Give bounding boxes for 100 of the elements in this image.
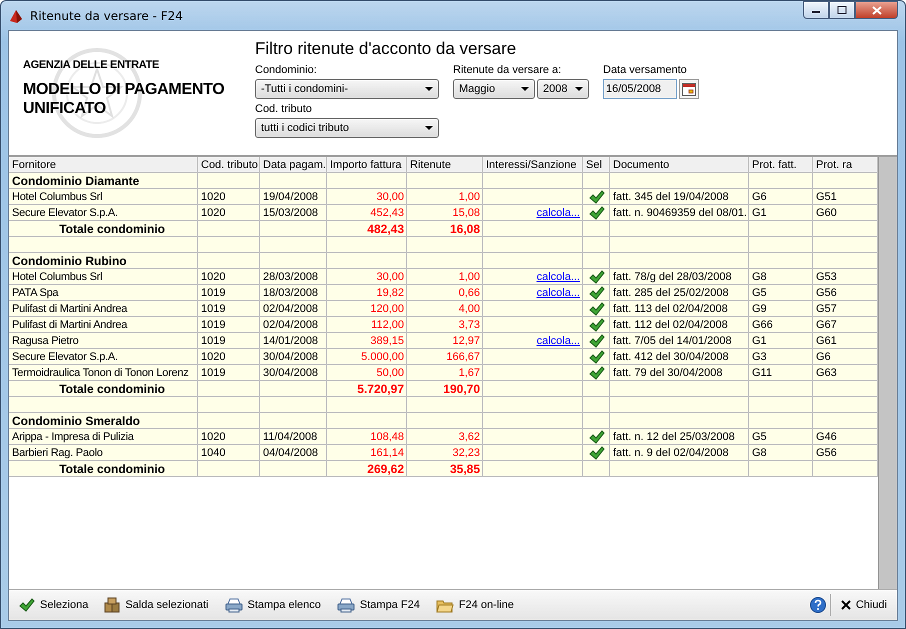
- close-icon: [872, 6, 882, 14]
- table-cell: 14/01/2008: [263, 335, 318, 347]
- table-cell: 19/04/2008: [263, 191, 318, 203]
- table-cell: fatt. n. 90469359 del 08/01.: [613, 207, 747, 219]
- table-cell: G1: [752, 207, 767, 219]
- window-title: Ritenute da versare - F24: [30, 8, 183, 22]
- table-cell: 120,00: [370, 303, 404, 315]
- table-cell: 1019: [201, 335, 226, 347]
- table-cell: G61: [816, 335, 837, 347]
- column-header[interactable]: Ritenute: [407, 157, 483, 173]
- column-header[interactable]: Interessi/Sanzione: [483, 157, 583, 173]
- table-cell: 1020: [201, 207, 226, 219]
- table-cell: fatt. 113 del 02/04/2008: [613, 303, 728, 315]
- table-cell: Pulifast di Martini Andrea: [12, 319, 128, 331]
- agency-name: AGENZIA DELLE ENTRATE: [23, 59, 160, 71]
- table-cell: 02/04/2008: [263, 303, 318, 315]
- column-header[interactable]: Fornitore: [9, 157, 198, 173]
- calcola-link[interactable]: calcola...: [536, 207, 580, 219]
- table-cell: G56: [816, 447, 837, 459]
- table-cell: fatt. n. 12 del 25/03/2008: [613, 431, 735, 443]
- caret-icon: [575, 87, 583, 91]
- table-cell: Termoidraulica Tonon di Tonon Lorenz: [12, 367, 188, 379]
- filter-title: Filtro ritenute d'acconto da versare: [255, 39, 518, 59]
- minimize-button[interactable]: [803, 1, 829, 19]
- table-cell: G11: [752, 367, 772, 379]
- column-header[interactable]: Sel: [583, 157, 610, 173]
- maximize-button[interactable]: [829, 1, 855, 19]
- table-cell: 32,23: [452, 447, 480, 459]
- table-cell: 1020: [201, 271, 226, 283]
- column-header[interactable]: Importo fattura: [327, 157, 407, 173]
- printer-icon: [224, 598, 242, 612]
- table-cell: 1019: [201, 319, 226, 331]
- toolbar-button[interactable]: Salda selezionati: [98, 595, 214, 615]
- table-cell: 108,48: [370, 431, 404, 443]
- table-cell: 1,00: [458, 271, 480, 283]
- table-cell: Secure Elevator S.p.A.: [12, 207, 118, 219]
- table-cell: G57: [816, 303, 837, 315]
- table-cell: 02/04/2008: [263, 319, 318, 331]
- table-cell: G8: [752, 271, 767, 283]
- toolbar-button[interactable]: Stampa F24: [330, 596, 426, 614]
- close-button[interactable]: [855, 1, 898, 19]
- table-cell: 18/03/2008: [263, 287, 318, 299]
- table-cell: 04/04/2008: [263, 447, 318, 459]
- table-cell: 12,97: [452, 335, 480, 347]
- table-cell: 0,66: [458, 287, 480, 299]
- caret-icon: [425, 87, 433, 91]
- table-cell: fatt. 79 del 30/04/2008: [613, 367, 722, 379]
- table-cell: 161,14: [370, 447, 404, 459]
- table-cell: G8: [752, 447, 767, 459]
- table-cell: 3,73: [458, 319, 480, 331]
- table-cell: G51: [816, 191, 837, 203]
- column-header[interactable]: Data pagam.: [260, 157, 327, 173]
- cod-tributo-dropdown[interactable]: tutti i codici tributo: [255, 118, 439, 138]
- help-icon[interactable]: [810, 597, 826, 613]
- folder-icon: [436, 598, 454, 612]
- total-amount: 16,08: [450, 222, 480, 236]
- toolbar-button[interactable]: Stampa elenco: [218, 596, 327, 614]
- table-cell: Secure Elevator S.p.A.: [12, 351, 118, 363]
- column-header[interactable]: Documento: [610, 157, 749, 173]
- table-cell: 4,00: [458, 303, 480, 315]
- table-cell: 30/04/2008: [263, 367, 318, 379]
- table-cell: G9: [752, 303, 767, 315]
- close-button[interactable]: Chiudi: [834, 597, 893, 613]
- calcola-link[interactable]: calcola...: [536, 335, 580, 347]
- group-label: Condominio Smeraldo: [12, 414, 140, 428]
- table-cell: fatt. 78/g del 28/03/2008: [613, 271, 732, 283]
- calcola-link[interactable]: calcola...: [536, 271, 580, 283]
- table-cell: 30,00: [376, 271, 404, 283]
- table-cell: 1,67: [458, 367, 480, 379]
- table-cell: Barbieri Rag. Paolo: [12, 447, 103, 459]
- table-cell: 50,00: [376, 367, 404, 379]
- form-title: MODELLO DI PAGAMENTO UNIFICATO: [23, 80, 226, 118]
- table-cell: fatt. 112 del 02/04/2008: [613, 319, 728, 331]
- table-cell: Ragusa Pietro: [12, 335, 78, 347]
- column-header[interactable]: Prot. ra: [813, 157, 878, 173]
- table-cell: G46: [816, 431, 837, 443]
- table-cell: 3,62: [458, 431, 480, 443]
- date-field[interactable]: 16/05/2008: [603, 79, 677, 99]
- table-cell: 112,00: [371, 319, 404, 331]
- table-cell: 1020: [201, 431, 226, 443]
- caret-icon: [425, 126, 433, 130]
- table-cell: G63: [816, 367, 837, 379]
- table-cell: Hotel Columbus Srl: [12, 191, 102, 203]
- column-header[interactable]: Cod. tributo: [198, 157, 260, 173]
- month-dropdown[interactable]: Maggio: [453, 79, 535, 99]
- toolbar-button[interactable]: Seleziona: [13, 596, 94, 614]
- total-label: Totale condominio: [59, 222, 165, 236]
- table-cell: 1,00: [458, 191, 480, 203]
- calendar-button[interactable]: [679, 79, 699, 99]
- boxes-icon: [104, 597, 120, 613]
- table-cell: G56: [816, 287, 837, 299]
- total-label: Totale condominio: [59, 462, 165, 476]
- condominio-dropdown[interactable]: -Tutti i condomini-: [255, 79, 439, 99]
- year-dropdown[interactable]: 2008: [537, 79, 589, 99]
- calcola-link[interactable]: calcola...: [536, 287, 580, 299]
- close-icon: [840, 600, 851, 610]
- table-cell: G6: [816, 351, 831, 363]
- toolbar-button[interactable]: F24 on-line: [430, 596, 520, 614]
- column-header[interactable]: Prot. fatt.: [749, 157, 813, 173]
- table-cell: G6: [752, 191, 767, 203]
